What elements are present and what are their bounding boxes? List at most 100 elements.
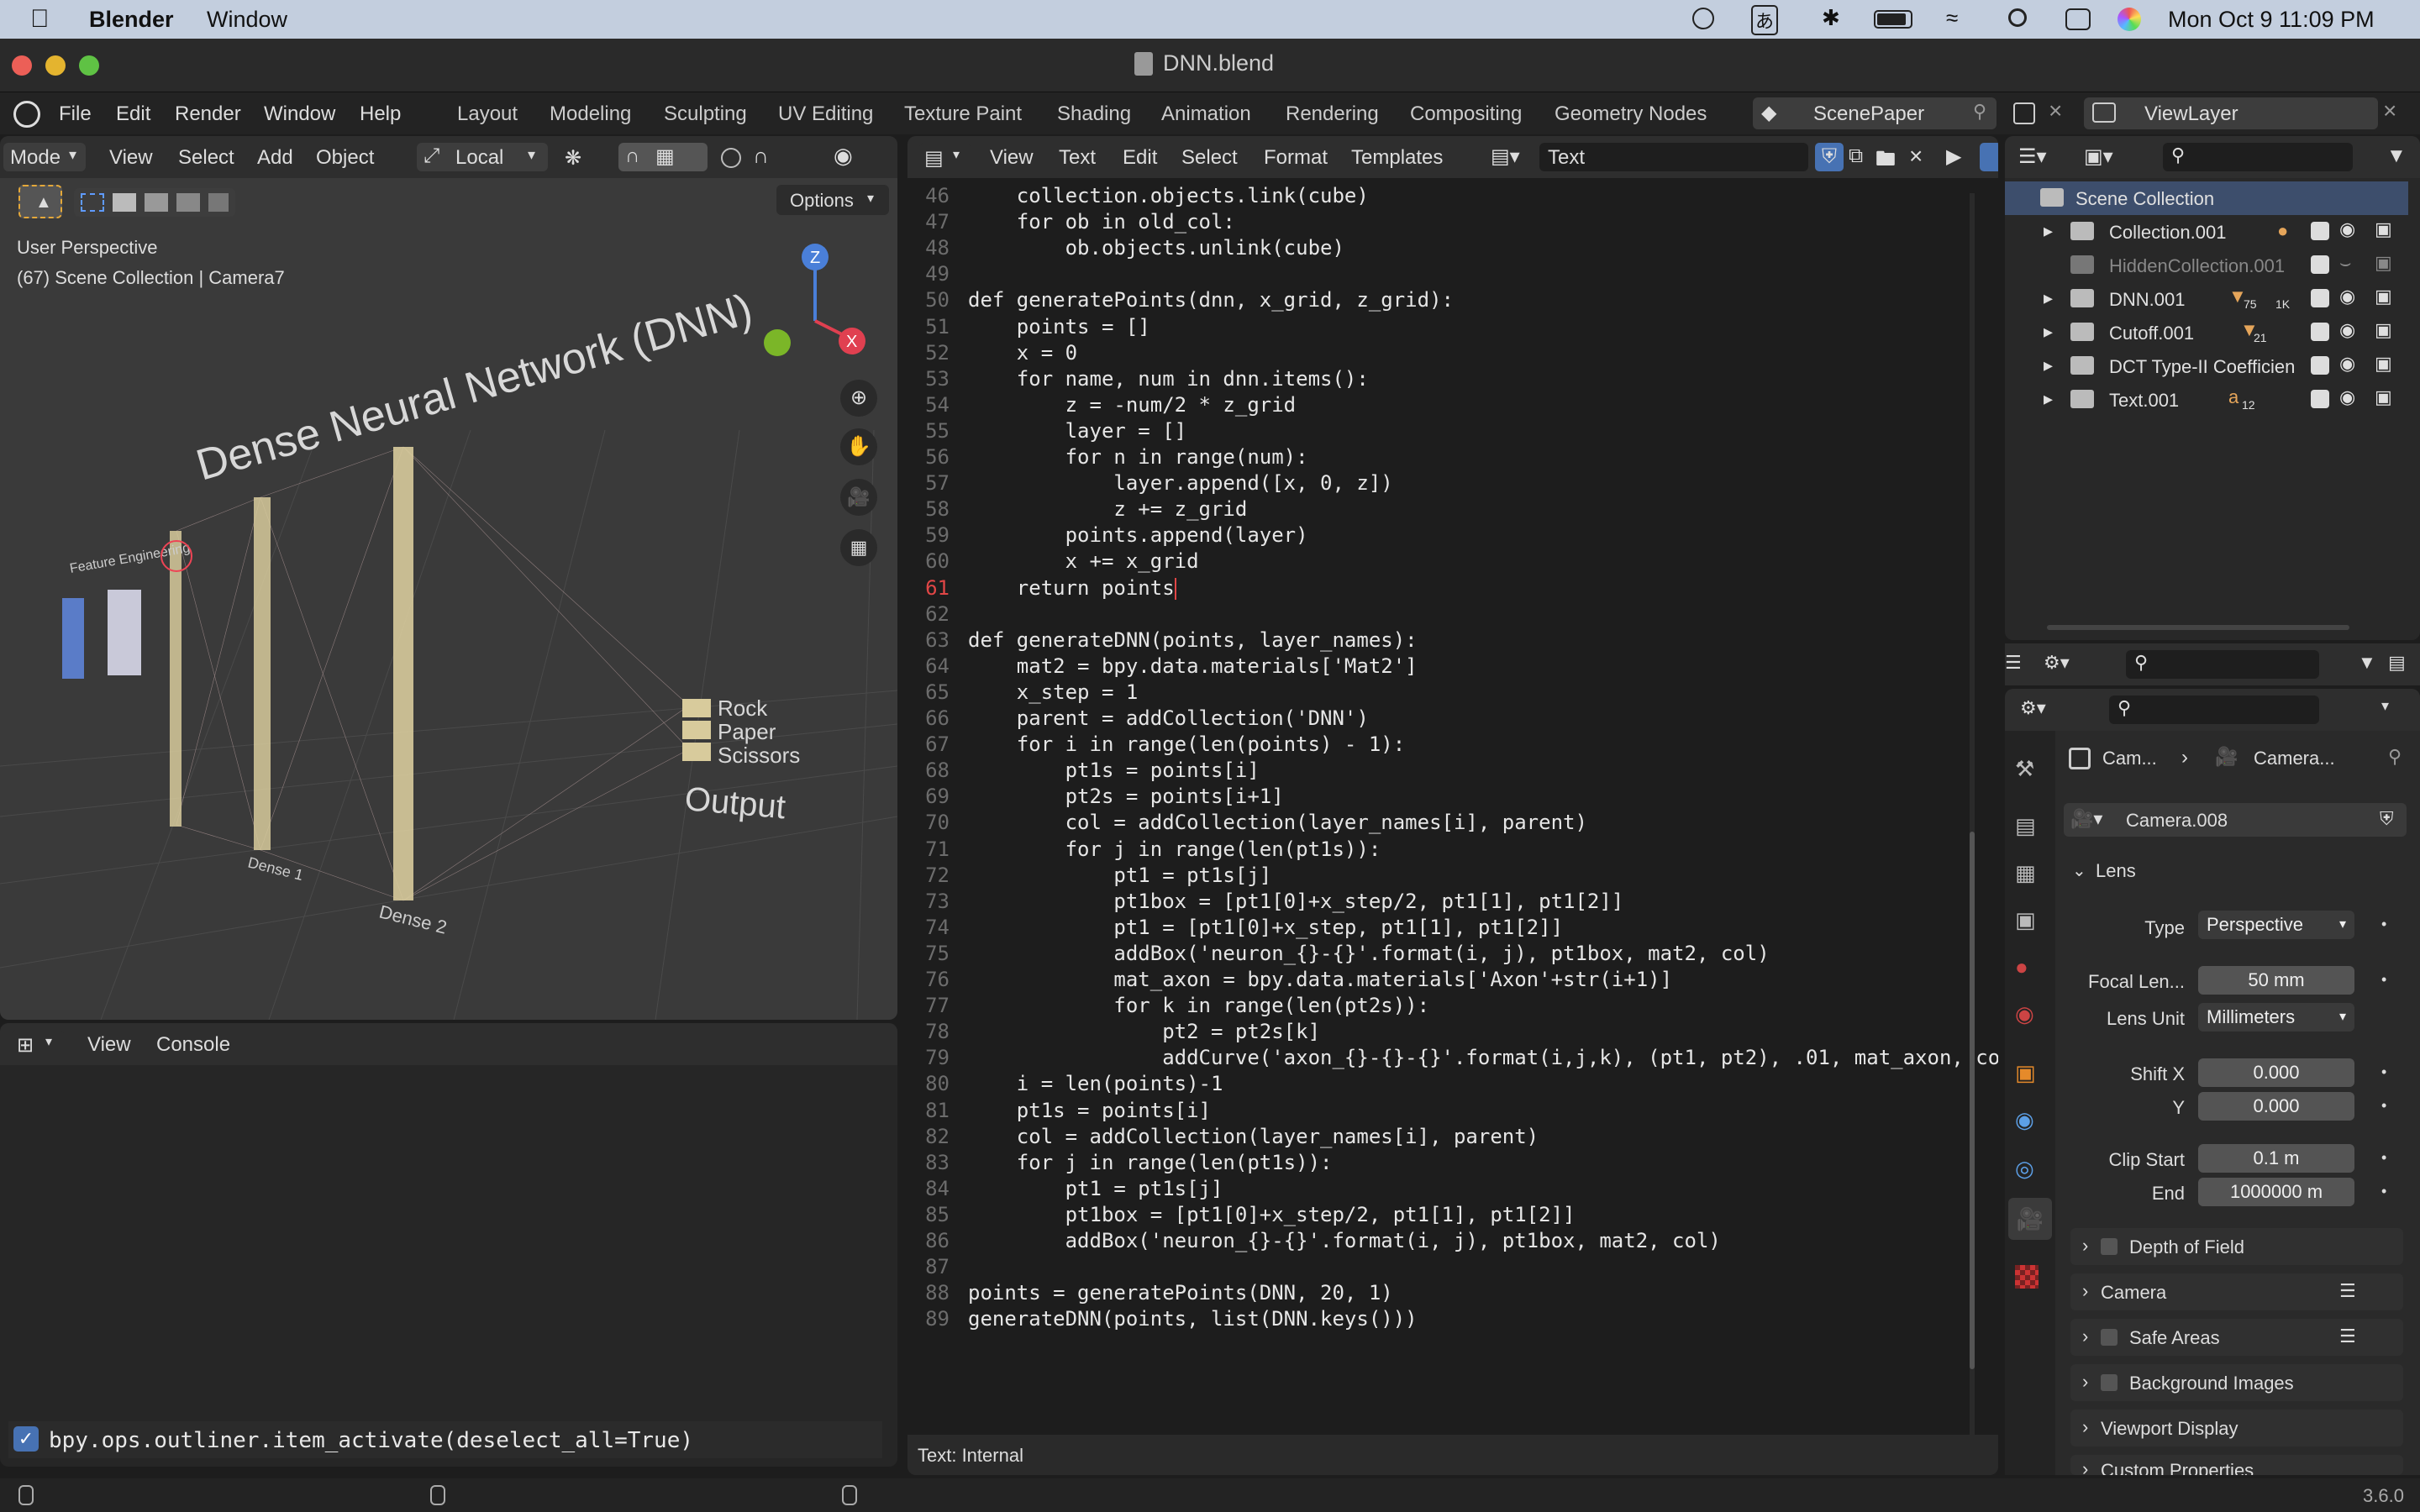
keyframe-dot-icon[interactable]: • xyxy=(2381,916,2386,933)
code-line[interactable]: 84 pt1 = pt1s[j] xyxy=(908,1176,1847,1202)
code-line[interactable]: 53 for name, num in dnn.items(): xyxy=(908,366,1847,392)
viewport-menu-select[interactable]: Select xyxy=(178,146,234,170)
object-tab-icon[interactable]: ▣ xyxy=(2015,1060,2036,1086)
code-line[interactable]: 70 col = addCollection(layer_names[i], p… xyxy=(908,810,1847,836)
camera-datablock-field[interactable]: 🎥▾ Camera.008 ⛨ xyxy=(2064,803,2407,837)
text-editor[interactable]: ▤ ▾ View Text Edit Select Format Template… xyxy=(908,136,1998,1475)
snap-toggle[interactable]: ∩ ▦ xyxy=(618,143,708,171)
constraints-tab-icon[interactable]: ◉ xyxy=(2015,1107,2034,1133)
viewport-canvas[interactable]: Dense Neural Network (DNN) Feature Engin… xyxy=(0,178,897,1020)
display-mode-icon[interactable]: ⚙▾ xyxy=(2044,652,2070,674)
zoom-icon[interactable]: ⊕ xyxy=(840,380,877,417)
code-line[interactable]: 73 pt1box = [pt1[0]+x_step/2, pt1[1], pt… xyxy=(908,889,1847,915)
3d-viewport[interactable]: Mode ▾ View Select Add Object ⤢ Local ▾ ❋ ∩… xyxy=(0,136,897,1020)
editor-type-icon[interactable]: ☰ xyxy=(2005,652,2022,674)
new-selection-icon[interactable] xyxy=(81,193,104,212)
pan-hand-icon[interactable]: ✋ xyxy=(840,428,877,465)
unlink-text-icon[interactable]: × xyxy=(1909,143,1923,170)
checkbox-icon[interactable] xyxy=(2311,390,2329,408)
mode-dropdown[interactable]: Mode ▾ xyxy=(3,143,86,171)
bluetooth-icon[interactable]: ✱ xyxy=(1822,5,1840,31)
eye-icon[interactable]: ◉ xyxy=(2339,319,2355,341)
falloff-icon[interactable]: ∩ xyxy=(753,143,769,169)
code-line[interactable]: 57 layer.append([x, 0, z]) xyxy=(908,470,1847,496)
outliner-item-text-001[interactable]: ▸ Text.001 a 12 ◉ ▣ xyxy=(2005,383,2408,417)
input-method-icon[interactable]: あ xyxy=(1751,5,1779,35)
lens-unit-dropdown[interactable]: Millimeters ▾ xyxy=(2198,1003,2354,1032)
text-menu-view[interactable]: View xyxy=(990,146,1034,170)
text-menu-select[interactable]: Select xyxy=(1181,146,1238,170)
code-line[interactable]: 50 def generatePoints(dnn, x_grid, z_grid… xyxy=(908,287,1847,313)
delete-scene-icon[interactable]: × xyxy=(2049,97,2062,124)
outliner-scene-collection[interactable]: Scene Collection xyxy=(2005,181,2408,215)
eye-icon[interactable]: ◉ xyxy=(2339,386,2355,408)
keyframe-dot-icon[interactable]: • xyxy=(2381,1063,2386,1081)
code-line[interactable]: 72 pt1 = pt1s[j] xyxy=(908,863,1847,889)
tab-animation[interactable]: Animation xyxy=(1161,102,1251,126)
code-line[interactable]: 63 def generateDNN(points, layer_names): xyxy=(908,627,1847,654)
clock[interactable]: Mon Oct 9 11:09 PM xyxy=(2168,7,2375,33)
battery-icon[interactable] xyxy=(1874,10,1912,29)
lens-panel-header[interactable]: ⌄ Lens xyxy=(2064,852,2407,889)
extend-selection-icon[interactable] xyxy=(113,193,136,212)
code-line[interactable]: 60 x += x_grid xyxy=(908,549,1847,575)
checkbox-icon[interactable] xyxy=(2311,255,2329,274)
console-menu-view[interactable]: View xyxy=(87,1033,131,1057)
code-line[interactable]: 74 pt1 = [pt1[0]+x_step, pt1[1], pt1[2]] xyxy=(908,915,1847,941)
code-line[interactable]: 51 points = [] xyxy=(908,314,1847,340)
camera-view-icon[interactable]: 🎥 xyxy=(840,479,877,516)
checkbox-icon[interactable] xyxy=(2101,1374,2118,1391)
code-line[interactable]: 82 col = addCollection(layer_names[i], p… xyxy=(908,1124,1847,1150)
tab-uv-editing[interactable]: UV Editing xyxy=(778,102,873,126)
text-datablock-icon[interactable]: ▤▾ xyxy=(1491,144,1520,169)
code-line[interactable]: 58 z += z_grid xyxy=(908,496,1847,522)
text-menu-templates[interactable]: Templates xyxy=(1351,146,1443,170)
editor-type-dropdown[interactable]: ▤ ▾ xyxy=(919,143,971,171)
code-line[interactable]: 55 layer = [] xyxy=(908,418,1847,444)
tab-layout[interactable]: Layout xyxy=(457,102,518,126)
fake-user-shield-icon[interactable]: ⛨ xyxy=(1815,143,1844,171)
section-background-images[interactable]: › Background Images xyxy=(2070,1364,2403,1401)
new-text-icon[interactable]: ⧉ xyxy=(1849,144,1863,168)
invert-selection-icon[interactable] xyxy=(176,193,200,212)
tab-geometry-nodes[interactable]: Geometry Nodes xyxy=(1555,102,1707,126)
list-icon[interactable]: ☰ xyxy=(2339,1326,2356,1347)
proportional-edit-icon[interactable] xyxy=(721,148,741,168)
lens-type-dropdown[interactable]: Perspective ▾ xyxy=(2198,911,2354,939)
camera-render-icon[interactable]: ▣ xyxy=(2375,319,2392,341)
camera-data-tab-icon[interactable]: 🎥 xyxy=(2008,1198,2052,1240)
section-safe-areas[interactable]: › Safe Areas ☰ xyxy=(2070,1319,2403,1356)
checkbox-icon[interactable] xyxy=(2311,323,2329,341)
display-mode-icon[interactable]: ▣▾ xyxy=(2084,144,2113,169)
code-line[interactable]: 67 for i in range(len(points) - 1): xyxy=(908,732,1847,758)
section-custom-properties[interactable]: › Custom Properties xyxy=(2070,1455,2403,1475)
viewport-menu-object[interactable]: Object xyxy=(316,146,374,170)
tab-sculpting[interactable]: Sculpting xyxy=(664,102,747,126)
eye-icon[interactable]: ◉ xyxy=(2339,353,2355,375)
code-line[interactable]: 88 points = generatePoints(DNN, 20, 1) xyxy=(908,1280,1847,1306)
clip-start-field[interactable]: 0.1 m xyxy=(2198,1144,2354,1173)
expand-icon[interactable]: ▸ xyxy=(2044,220,2053,242)
code-line[interactable]: 76 mat_axon = bpy.data.materials['Axon'+… xyxy=(908,967,1847,993)
eye-closed-icon[interactable]: ⌣ xyxy=(2339,252,2351,274)
code-line[interactable]: 85 pt1box = [pt1[0]+x_step/2, pt1[1], pt… xyxy=(908,1202,1847,1228)
expand-icon[interactable]: ▸ xyxy=(2044,287,2053,309)
checkbox-icon[interactable] xyxy=(2101,1238,2118,1255)
chevron-down-icon[interactable]: ▾ xyxy=(2381,697,2389,715)
visibility-eye-icon[interactable]: ◉ xyxy=(834,143,853,169)
menu-render[interactable]: Render xyxy=(175,102,241,126)
console-menu-console[interactable]: Console xyxy=(156,1033,230,1057)
code-line[interactable]: 78 pt2 = pt2s[k] xyxy=(908,1019,1847,1045)
camera-render-icon[interactable]: ▣ xyxy=(2375,353,2392,375)
physics-tab-icon[interactable]: ◎ xyxy=(2015,1156,2034,1182)
outliner-search-input[interactable]: ⚲ xyxy=(2163,143,2353,171)
output-tab-icon[interactable]: ▦ xyxy=(2015,860,2036,886)
code-line[interactable]: 83 for j in range(len(pt1s)): xyxy=(908,1150,1847,1176)
scene-selector[interactable]: ◆ ScenePaper ⚲ xyxy=(1753,97,1996,129)
delete-view-layer-icon[interactable]: × xyxy=(2383,97,2396,124)
expand-icon[interactable]: ▸ xyxy=(2044,321,2053,343)
eye-icon[interactable]: ◉ xyxy=(2339,218,2355,240)
camera-render-icon[interactable]: ▣ xyxy=(2375,252,2392,274)
keyframe-dot-icon[interactable]: • xyxy=(2381,971,2386,989)
pin-icon[interactable]: ⚲ xyxy=(1973,101,1986,123)
